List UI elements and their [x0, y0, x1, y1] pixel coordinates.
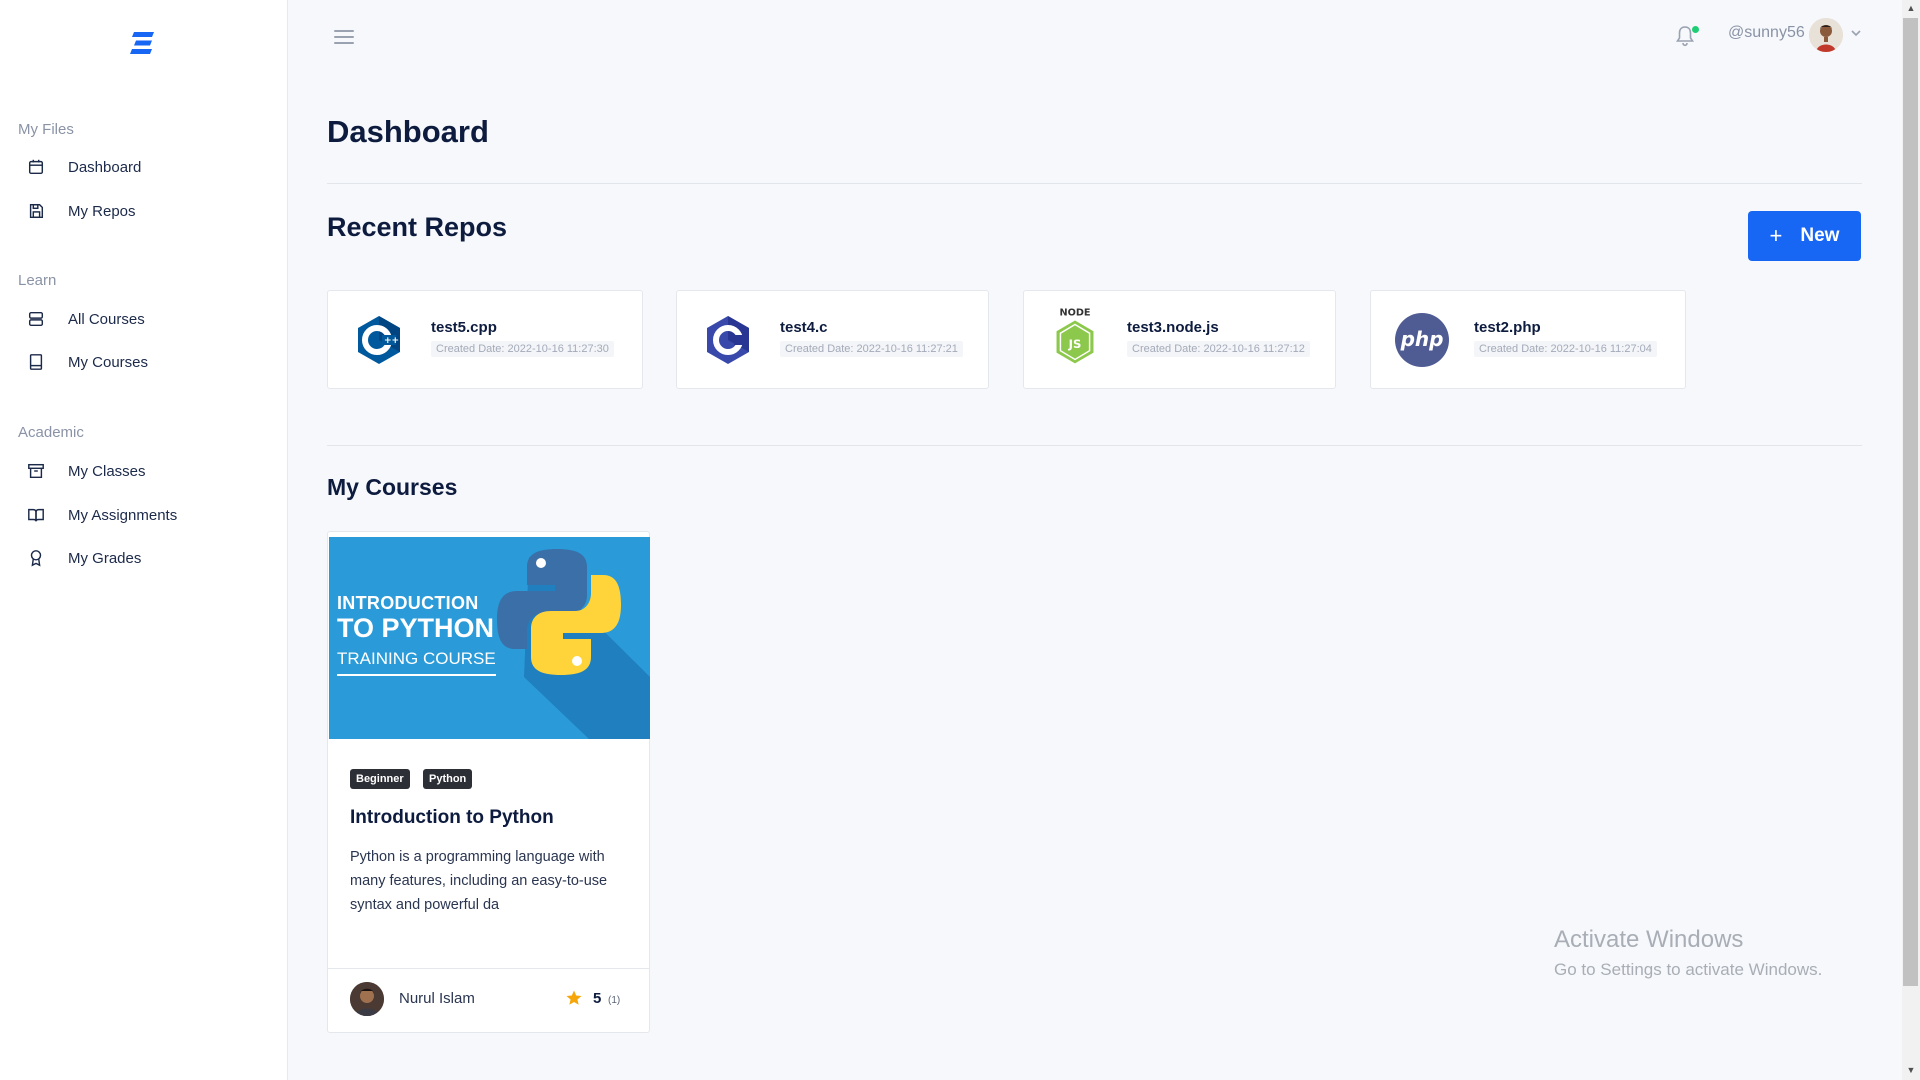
svg-text:NODE: NODE [1059, 308, 1090, 319]
new-button-label: New [1800, 225, 1840, 246]
course-description: Python is a programming language with ma… [350, 849, 608, 913]
notification-dot [1692, 26, 1699, 33]
award-icon [26, 548, 46, 568]
brand-logo-icon[interactable] [128, 28, 158, 58]
course-tag: Beginner [350, 769, 410, 789]
sidebar-item-my-grades[interactable]: My Grades [26, 548, 141, 568]
svg-text:JS: JS [1068, 337, 1082, 351]
author-name: Nurul Islam [399, 990, 475, 1007]
c-logo-icon [707, 316, 749, 364]
repo-created-date: Created Date: 2022-10-16 11:27:21 [780, 341, 963, 357]
calendar-icon [26, 157, 46, 177]
scrollbar-thumb[interactable] [1903, 18, 1918, 986]
sidebar-item-my-assignments[interactable]: My Assignments [26, 505, 177, 525]
sidebar-item-label: My Grades [68, 549, 142, 567]
rating-value: 5 [593, 990, 602, 1007]
sidebar-item-label: My Classes [68, 462, 146, 480]
new-repo-button[interactable]: + New [1748, 211, 1861, 261]
nav-section-learn: Learn [18, 272, 57, 289]
sidebar-item-label: My Assignments [68, 506, 178, 524]
avatar-icon [1809, 18, 1843, 52]
php-logo-icon: php [1395, 313, 1449, 367]
course-banner-image: INTRODUCTION TO PYTHON TRAINING COURSE [329, 537, 650, 739]
nav-section-academic: Academic [18, 424, 84, 441]
plus-icon: + [1769, 223, 1783, 248]
username-label[interactable]: @sunny56 [1728, 24, 1805, 42]
nav-section-my-files: My Files [18, 121, 74, 138]
repo-card[interactable]: php test2.php Created Date: 2022-10-16 1… [1370, 290, 1686, 389]
page-title: Dashboard [327, 114, 489, 149]
nodejs-logo-icon: NODE JS [1051, 305, 1099, 374]
open-book-icon [26, 505, 46, 525]
menu-toggle-button[interactable] [334, 30, 354, 46]
author-avatar [350, 982, 384, 1016]
divider [328, 968, 649, 969]
sidebar-item-my-repos[interactable]: My Repos [26, 201, 136, 221]
course-tag: Python [423, 769, 473, 789]
hamburger-line [334, 30, 354, 32]
banner-line-3: TRAINING COURSE [337, 649, 496, 676]
sidebar-item-my-classes[interactable]: My Classes [26, 461, 146, 481]
activate-windows-title: Activate Windows [1554, 926, 1744, 953]
sidebar-item-label: Dashboard [68, 158, 142, 176]
banner-line-2: TO PYTHON [337, 613, 495, 643]
archive-icon [26, 461, 46, 481]
star-icon [566, 990, 582, 1005]
recent-repos-title: Recent Repos [327, 212, 508, 242]
repo-name: test4.c [780, 319, 828, 336]
course-card[interactable]: INTRODUCTION TO PYTHON TRAINING COURSE B… [327, 531, 650, 1033]
repo-created-date: Created Date: 2022-10-16 11:27:12 [1127, 341, 1310, 357]
repo-card[interactable]: ++ test5.cpp Created Date: 2022-10-16 11… [327, 290, 643, 389]
sidebar-item-label: All Courses [68, 310, 145, 328]
svg-text:++: ++ [384, 336, 399, 346]
repo-card[interactable]: NODE JS test3.node.js Created Date: 2022… [1023, 290, 1336, 389]
svg-text:php: php [1400, 327, 1444, 351]
server-icon [26, 309, 46, 329]
avatar-icon [350, 982, 384, 1016]
sidebar-item-label: My Repos [68, 202, 136, 220]
repo-name: test3.node.js [1127, 319, 1219, 336]
my-courses-title: My Courses [327, 474, 458, 500]
hamburger-line [334, 36, 354, 38]
activate-windows-subtitle: Go to Settings to activate Windows. [1554, 960, 1823, 979]
scroll-up-arrow-icon[interactable]: ▲ [1905, 2, 1917, 14]
sidebar-item-all-courses[interactable]: All Courses [26, 309, 145, 329]
divider [327, 445, 1862, 446]
sidebar-item-my-courses[interactable]: My Courses [26, 352, 148, 372]
course-title[interactable]: Introduction to Python [350, 807, 554, 829]
repo-created-date: Created Date: 2022-10-16 11:27:04 [1474, 341, 1657, 357]
hamburger-line [334, 42, 354, 44]
repo-name: test2.php [1474, 319, 1541, 336]
user-avatar[interactable] [1809, 18, 1843, 52]
sidebar-item-dashboard[interactable]: Dashboard [26, 157, 141, 177]
banner-line-1: INTRODUCTION [337, 593, 479, 613]
book-device-icon [26, 352, 46, 372]
sidebar: My Files Dashboard My Repos Learn All Co… [0, 0, 288, 1080]
scroll-down-arrow-icon[interactable]: ▼ [1905, 1064, 1917, 1076]
save-icon [26, 201, 46, 221]
rating-count: (1) [608, 995, 621, 1006]
cpp-logo-icon: ++ [358, 316, 400, 364]
sidebar-item-label: My Courses [68, 353, 149, 371]
chevron-down-icon[interactable] [1850, 28, 1862, 38]
repo-card[interactable]: test4.c Created Date: 2022-10-16 11:27:2… [676, 290, 989, 389]
divider [327, 183, 1862, 184]
repo-name: test5.cpp [431, 319, 497, 336]
repo-created-date: Created Date: 2022-10-16 11:27:30 [431, 341, 614, 357]
